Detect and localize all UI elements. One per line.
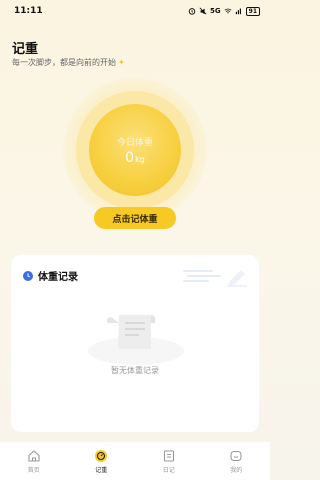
battery-indicator: 91 xyxy=(245,6,260,16)
card-header: 体重记录 xyxy=(23,268,78,283)
page-title: 记重 xyxy=(12,42,39,57)
diary-icon xyxy=(163,449,174,462)
wifi-icon xyxy=(224,8,232,14)
nav-item-home[interactable]: 首页 xyxy=(4,449,64,474)
nav-label-scale: 记重 xyxy=(95,466,108,474)
sparkle-icon: ✦ xyxy=(118,58,125,67)
weight-number: 0 xyxy=(125,149,135,166)
nav-label-diary: 日记 xyxy=(162,466,175,474)
network-label: 5G xyxy=(210,7,221,15)
empty-records-text: 暂无体重记录 xyxy=(111,366,159,375)
signal-icon xyxy=(235,8,241,15)
bottom-nav: 首页 记重 日记 我的 xyxy=(0,442,270,480)
empty-document-icon xyxy=(88,315,184,365)
subtitle-text: 每一次脚步，都是向前的开始 xyxy=(12,58,116,67)
profile-icon xyxy=(230,450,242,461)
scale-icon xyxy=(95,449,108,462)
weight-records-card: 体重记录 暂无体重记录 xyxy=(11,255,259,432)
nav-label-profile: 我的 xyxy=(230,466,243,474)
nav-label-home: 首页 xyxy=(27,466,40,474)
weight-value: 0kg xyxy=(125,150,145,166)
nav-item-profile[interactable]: 我的 xyxy=(206,449,266,474)
home-icon xyxy=(28,449,40,462)
weight-label: 今日体重 xyxy=(116,137,153,148)
nav-item-scale[interactable]: 记重 xyxy=(71,449,131,474)
weight-unit: kg xyxy=(135,154,145,164)
status-icons: 5G 91 xyxy=(188,6,260,16)
status-bar: 11:11 5G 91 xyxy=(0,0,270,22)
nav-item-diary[interactable]: 日记 xyxy=(139,449,199,474)
alarm-icon xyxy=(188,8,196,15)
mute-icon xyxy=(199,7,207,15)
clock-icon xyxy=(23,270,33,281)
record-weight-button[interactable]: 点击记体重 xyxy=(94,207,176,229)
card-title: 体重记录 xyxy=(38,272,78,283)
status-time: 11:11 xyxy=(14,6,43,16)
pencil-lines-icon xyxy=(183,270,247,287)
weight-circle: 今日体重 0kg xyxy=(89,104,181,196)
page-subtitle: 每一次脚步，都是向前的开始 ✦ xyxy=(12,57,125,68)
